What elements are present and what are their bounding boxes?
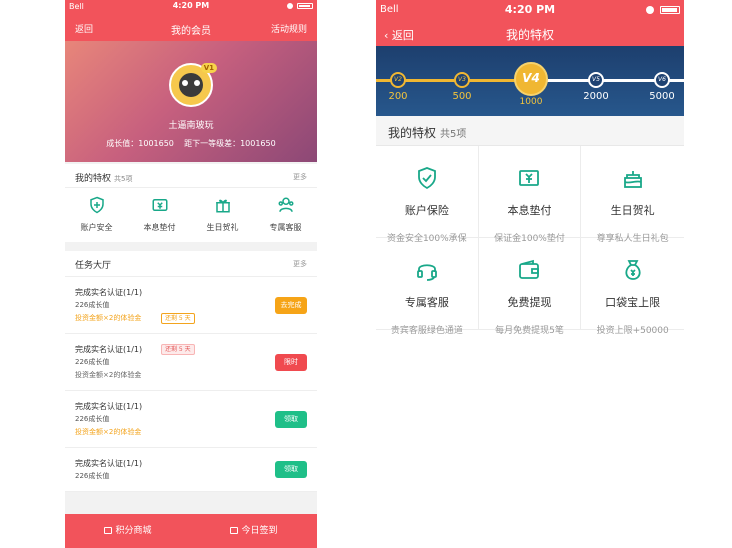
cart-icon <box>104 527 113 534</box>
limited-time-button[interactable]: 限时 <box>275 354 307 371</box>
user-name: 土逼南玻玩 <box>168 121 214 131</box>
daily-signin-button[interactable]: 今日签到 <box>191 514 317 548</box>
avatar[interactable]: V1 <box>169 63 217 107</box>
go-complete-button[interactable]: 去完成 <box>275 297 307 314</box>
privilege-account-security[interactable]: 账户安全 <box>65 188 128 242</box>
privileges-more-link[interactable]: 更多 <box>293 172 307 182</box>
privilege-advance-payment[interactable]: 本息垫付 保证金100%垫付 <box>478 146 582 244</box>
privileges-grid: 账户保险 资金安全100%承保 本息垫付 保证金100%垫付 生日贺礼 尊享私人… <box>376 146 684 336</box>
page-title: 我的特权 <box>505 28 554 42</box>
privilege-birthday-gift[interactable]: 生日贺礼 尊享私人生日礼包 <box>581 146 684 244</box>
shield-icon <box>89 196 104 214</box>
profile-header: V1 土逼南玻玩 成长值：1001650 距下一等级差：1001650 <box>65 41 317 162</box>
privilege-free-withdrawal[interactable]: 免费提现 每月免费提现5笔 <box>478 238 582 336</box>
calendar-icon <box>230 527 239 534</box>
level-v3: V3 <box>454 72 470 88</box>
privileges-title: 我的特权 <box>388 126 437 140</box>
alarm-icon <box>287 3 293 9</box>
days-left-tag: 还剩 5 天 <box>161 313 195 324</box>
points-mall-button[interactable]: 积分商城 <box>65 514 191 548</box>
gift-icon <box>215 199 230 213</box>
rules-link[interactable]: 活动规则 <box>271 22 307 35</box>
task-row: 完成实名认证(1/1) 还剩 5 天 226成长值 投资金额×2的体验金 限时 <box>65 334 317 391</box>
privilege-pocket-limit[interactable]: 口袋宝上限 投资上限+50000 <box>581 238 684 336</box>
next-level-gap: 距下一等级差：1001650 <box>184 139 276 148</box>
status-bar: Bell 4:20 PM <box>376 0 684 20</box>
status-time: 4:20 PM <box>172 1 210 10</box>
task-row: 完成实名认证(1/1) 226成长值 领取 <box>65 448 317 492</box>
privileges-count: 共5项 <box>440 129 467 140</box>
privilege-account-insurance[interactable]: 账户保险 资金安全100%承保 <box>376 146 479 244</box>
nav-bar: ‹ 返回 我的特权 <box>376 20 684 46</box>
level-progress: V2 200 V3 500 V4 1000 V5 2000 V6 5000 <box>376 46 684 116</box>
claim-button[interactable]: 领取 <box>275 461 307 478</box>
tasks-more-link[interactable]: 更多 <box>293 259 307 269</box>
people-icon <box>278 197 293 212</box>
level-v6: V6 <box>654 72 670 88</box>
money-icon <box>519 170 540 186</box>
wallet-icon <box>519 259 540 279</box>
claim-button[interactable]: 领取 <box>275 411 307 428</box>
privileges-header: 我的特权 共5项 <box>376 116 684 146</box>
privileges-section: 我的特权 共5项 更多 账户安全 本息垫付 生日贺礼 专属客服 <box>65 164 317 242</box>
status-bar: Bell 4:20 PM <box>65 0 317 13</box>
cake-icon <box>623 171 642 188</box>
battery-icon <box>297 3 313 9</box>
money-icon <box>152 199 167 211</box>
tasks-title: 任务大厅 <box>75 261 112 271</box>
privilege-birthday-gift[interactable]: 生日贺礼 <box>191 188 254 242</box>
status-time: 4:20 PM <box>504 3 556 16</box>
growth-stats: 成长值：1001650 距下一等级差：1001650 <box>65 138 317 149</box>
level-v4-current: V4 <box>514 62 548 96</box>
member-screen: Bell 4:20 PM 返回 我的会员 活动规则 V1 土逼南玻玩 成长值：1… <box>65 0 317 548</box>
task-row: 完成实名认证(1/1) 226成长值 投资金额×2的体验金 领取 <box>65 391 317 448</box>
alarm-icon <box>646 6 654 14</box>
days-left-tag: 还剩 5 天 <box>161 344 195 355</box>
privilege-exclusive-service[interactable]: 专属客服 贵宾客服绿色通道 <box>376 238 479 336</box>
growth-value: 成长值：1001650 <box>106 139 174 148</box>
task-row: 完成实名认证(1/1) 226成长值 投资金额×2的体验金 还剩 5 天 去完成 <box>65 277 317 334</box>
battery-icon <box>660 6 680 14</box>
bottom-bar: 积分商城 今日签到 <box>65 514 317 548</box>
tasks-section: 任务大厅 更多 完成实名认证(1/1) 226成长值 投资金额×2的体验金 还剩… <box>65 251 317 492</box>
privilege-advance-payment[interactable]: 本息垫付 <box>128 188 191 242</box>
privileges-screen: Bell 4:20 PM ‹ 返回 我的特权 V2 200 V3 500 V4 … <box>376 0 684 345</box>
vip-badge: V1 <box>200 63 217 73</box>
privilege-exclusive-service[interactable]: 专属客服 <box>254 188 317 242</box>
privileges-count: 共5项 <box>114 175 133 183</box>
level-v5: V5 <box>588 72 604 88</box>
privileges-title: 我的特权 <box>75 174 112 184</box>
headset-icon <box>416 264 437 281</box>
level-v2: V2 <box>390 72 406 88</box>
moneybag-icon <box>625 260 641 280</box>
nav-bar: 返回 我的会员 活动规则 <box>65 13 317 41</box>
shield-check-icon <box>417 167 436 190</box>
